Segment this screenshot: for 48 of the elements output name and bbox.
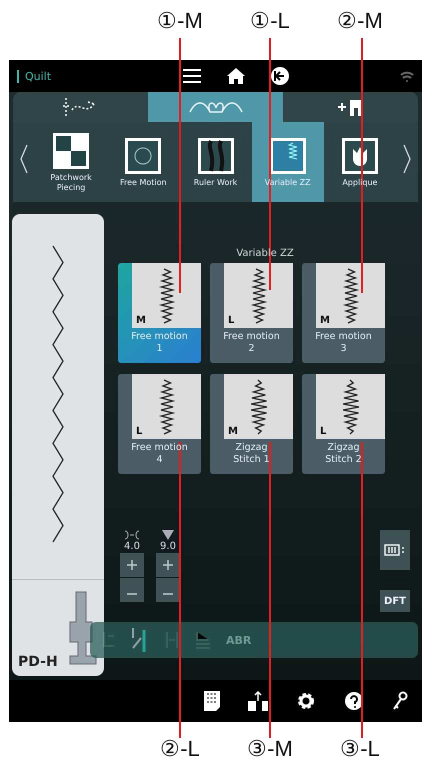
mode-tab[interactable] xyxy=(148,92,283,122)
stitch-settings-button[interactable] xyxy=(380,530,410,570)
chevron-left-icon xyxy=(20,144,28,174)
stitch-button[interactable]: M Free motion 3 xyxy=(302,263,385,363)
chevron-right-icon xyxy=(403,144,412,174)
presser-foot-up-icon xyxy=(100,630,116,650)
settings-icon[interactable] xyxy=(296,691,316,711)
callout-label: ①-M xyxy=(156,8,204,34)
minus-icon xyxy=(163,593,173,595)
upload-icon[interactable] xyxy=(248,691,268,711)
key-icon[interactable] xyxy=(392,691,408,711)
wavy-lines-icon xyxy=(196,136,234,175)
callout-label: ③-L xyxy=(339,736,381,762)
presser-foot-label: PD-H xyxy=(18,654,58,670)
stitch-width-value: 4.0 xyxy=(124,541,140,552)
flower-outline-icon xyxy=(124,136,162,175)
stitch-button[interactable]: M Free motion 1 xyxy=(118,263,201,363)
mode-title: Quilt xyxy=(17,70,175,82)
function-label: ABR xyxy=(226,634,252,646)
stitch-button[interactable]: M Zigzag Stitch 1 xyxy=(210,374,293,474)
pattern-grid-icon[interactable] xyxy=(204,691,220,711)
stitch-length-icon xyxy=(162,530,174,540)
foot-height-icon xyxy=(194,630,212,650)
stitch-button[interactable]: L Free motion 2 xyxy=(210,263,293,363)
zigzag-icon xyxy=(268,136,307,175)
callout-label: ②-L xyxy=(159,736,201,762)
stitch-row-icon xyxy=(384,544,406,556)
stitch-width-icon xyxy=(124,530,140,540)
minus-icon xyxy=(127,593,137,595)
home-icon[interactable] xyxy=(227,68,245,84)
mode-tab[interactable] xyxy=(283,92,418,122)
category-button[interactable]: Free Motion xyxy=(107,122,180,202)
stitch-length-value: 9.0 xyxy=(160,541,176,552)
category-button[interactable]: Patchwork Piecing xyxy=(35,122,108,202)
callout-label: ②-M xyxy=(336,8,384,34)
callout-label: ①-L xyxy=(249,8,291,34)
menu-icon[interactable] xyxy=(183,69,201,83)
plus-icon xyxy=(127,560,137,570)
increase-button[interactable] xyxy=(156,553,180,577)
patchwork-icon xyxy=(52,132,90,170)
callout-label: ③-M xyxy=(246,736,294,762)
needle-position-icon xyxy=(164,630,180,650)
default-button[interactable]: DFT xyxy=(380,590,410,612)
stitch-button[interactable]: L Zigzag Stitch 2 xyxy=(302,374,385,474)
tulip-icon xyxy=(340,136,379,175)
wifi-icon xyxy=(400,70,414,82)
increase-button[interactable] xyxy=(120,553,144,577)
plus-icon xyxy=(163,560,173,570)
